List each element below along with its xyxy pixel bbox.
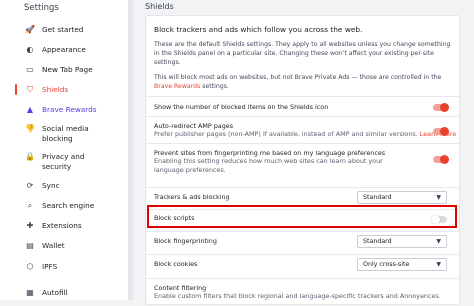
puzzle-icon: ✚ <box>26 221 34 230</box>
intro-p2-suffix: settings. <box>200 83 229 90</box>
setting-row-block-cookies: Block cookies Only cross-site ▼ <box>146 254 459 274</box>
setting-row-block-fingerprinting: Block fingerprinting Standard ▼ <box>146 231 459 251</box>
setting-sublabel: Prefer publisher pages (non-AMP) if avai… <box>154 130 456 139</box>
select-value: Only cross-site <box>363 261 410 268</box>
setting-label: Block fingerprinting <box>154 237 217 245</box>
cookies-select[interactable]: Only cross-site ▼ <box>357 258 447 271</box>
active-indicator <box>15 84 17 95</box>
setting-row-show-count: Show the number of blocked items on the … <box>146 96 459 116</box>
setting-row-content-filtering[interactable]: Content filtering Enable custom filters … <box>146 278 459 306</box>
sidebar-item-appearance[interactable]: ◐ Appearance <box>24 45 124 55</box>
sidebar-item-label: Appearance <box>42 45 86 54</box>
sidebar-item-label: Get started <box>42 25 84 34</box>
fingerprinting-select[interactable]: Standard ▼ <box>357 235 447 248</box>
chevron-down-icon: ▼ <box>436 194 441 201</box>
sidebar-item-shields[interactable]: ⛉ Shields <box>24 85 124 95</box>
setting-row-trackers-ads: Trackers & ads blocking Standard ▼ <box>146 187 459 207</box>
sidebar-item-extensions[interactable]: ✚ Extensions <box>24 221 124 231</box>
show-count-toggle[interactable] <box>433 103 449 112</box>
sidebar-item-search-engine[interactable]: ⌕ Search engine <box>24 201 124 211</box>
sidebar-item-ipfs[interactable]: ⬡ IPFS <box>24 262 124 272</box>
sidebar-item-label: Extensions <box>42 221 82 230</box>
sidebar-item-label: Wallet <box>42 241 65 250</box>
sidebar-item-label: Search engine <box>42 201 95 210</box>
trackers-ads-select[interactable]: Standard ▼ <box>357 191 447 204</box>
sidebar-item-label: Brave Rewards <box>42 105 97 114</box>
intro-paragraph-2: This will block most ads on websites, bu… <box>154 73 454 91</box>
sidebar-item-label: New Tab Page <box>42 65 93 74</box>
sidebar-item-label: Shields <box>42 85 69 94</box>
palette-icon: ◐ <box>26 45 34 54</box>
sidebar-item-label: Social media blocking <box>42 124 89 143</box>
shields-settings-card: Block trackers and ads which follow you … <box>145 15 460 305</box>
lock-icon: 🔒 <box>25 152 35 161</box>
brave-rewards-link[interactable]: Brave Rewards <box>154 83 200 90</box>
setting-row-fingerprint-language: Prevent sites from fingerprinting me bas… <box>146 143 459 175</box>
sidebar-item-get-started[interactable]: 🚀 Get started <box>24 25 124 35</box>
block-scripts-highlight <box>147 205 457 228</box>
rocket-icon: 🚀 <box>25 25 35 34</box>
search-icon: ⌕ <box>27 201 33 210</box>
settings-sidebar: Settings 🚀 Get started ◐ Appearance ▭ Ne… <box>0 0 128 300</box>
sidebar-item-label: Sync <box>42 181 60 190</box>
ipfs-icon: ⬡ <box>26 262 34 271</box>
sync-icon: ⟳ <box>26 181 34 190</box>
select-value: Standard <box>363 238 392 245</box>
sidebar-item-wallet[interactable]: ▤ Wallet <box>24 241 124 251</box>
setting-sublabel: Enabling this setting reduces how much w… <box>154 157 383 174</box>
sidebar-scrollbar[interactable] <box>128 0 133 300</box>
amp-toggle[interactable] <box>433 127 449 136</box>
sidebar-item-label: Autofill <box>42 288 68 297</box>
shield-icon: ⛉ <box>27 85 33 94</box>
setting-label: Block cookies <box>154 260 198 268</box>
fingerprint-language-toggle[interactable] <box>433 155 449 164</box>
intro-paragraph-1: These are the default Shields settings. … <box>154 41 451 66</box>
sidebar-item-brave-rewards[interactable]: ▲ Brave Rewards <box>24 105 124 115</box>
sidebar-item-new-tab-page[interactable]: ▭ New Tab Page <box>24 65 124 75</box>
chevron-down-icon: ▼ <box>436 238 441 245</box>
select-value: Standard <box>363 194 392 201</box>
intro-title: Block trackers and ads which follow you … <box>154 25 363 34</box>
wallet-icon: ▤ <box>26 241 34 250</box>
sidebar-item-label: Privacy and security <box>42 152 85 171</box>
autofill-icon: ▦ <box>26 288 34 297</box>
setting-label: Trackers & ads blocking <box>154 193 230 201</box>
sidebar-item-autofill[interactable]: ▦ Autofill <box>24 288 124 298</box>
page-title: Shields <box>145 2 174 11</box>
sidebar-item-privacy-security[interactable]: 🔒 Privacy and security <box>24 152 124 172</box>
bat-icon: ▲ <box>26 105 34 114</box>
setting-label: Show the number of blocked items on the … <box>154 103 329 111</box>
intro-description: These are the default Shields settings. … <box>154 40 454 91</box>
sidebar-item-sync[interactable]: ⟳ Sync <box>24 181 124 191</box>
setting-row-amp: Auto-redirect AMP pages Prefer publisher… <box>146 116 459 143</box>
new-tab-icon: ▭ <box>26 65 34 74</box>
sidebar-item-social-media-blocking[interactable]: 👎 Social media blocking <box>24 124 124 144</box>
sidebar-item-label: IPFS <box>42 262 58 271</box>
amp-description: Prefer publisher pages (non-AMP) if avai… <box>154 130 418 138</box>
intro-p2-prefix: This will block most ads on websites, bu… <box>154 74 442 81</box>
sidebar-heading: Settings <box>24 3 59 13</box>
thumbs-down-icon: 👎 <box>25 124 35 133</box>
chevron-down-icon: ▼ <box>436 261 441 268</box>
